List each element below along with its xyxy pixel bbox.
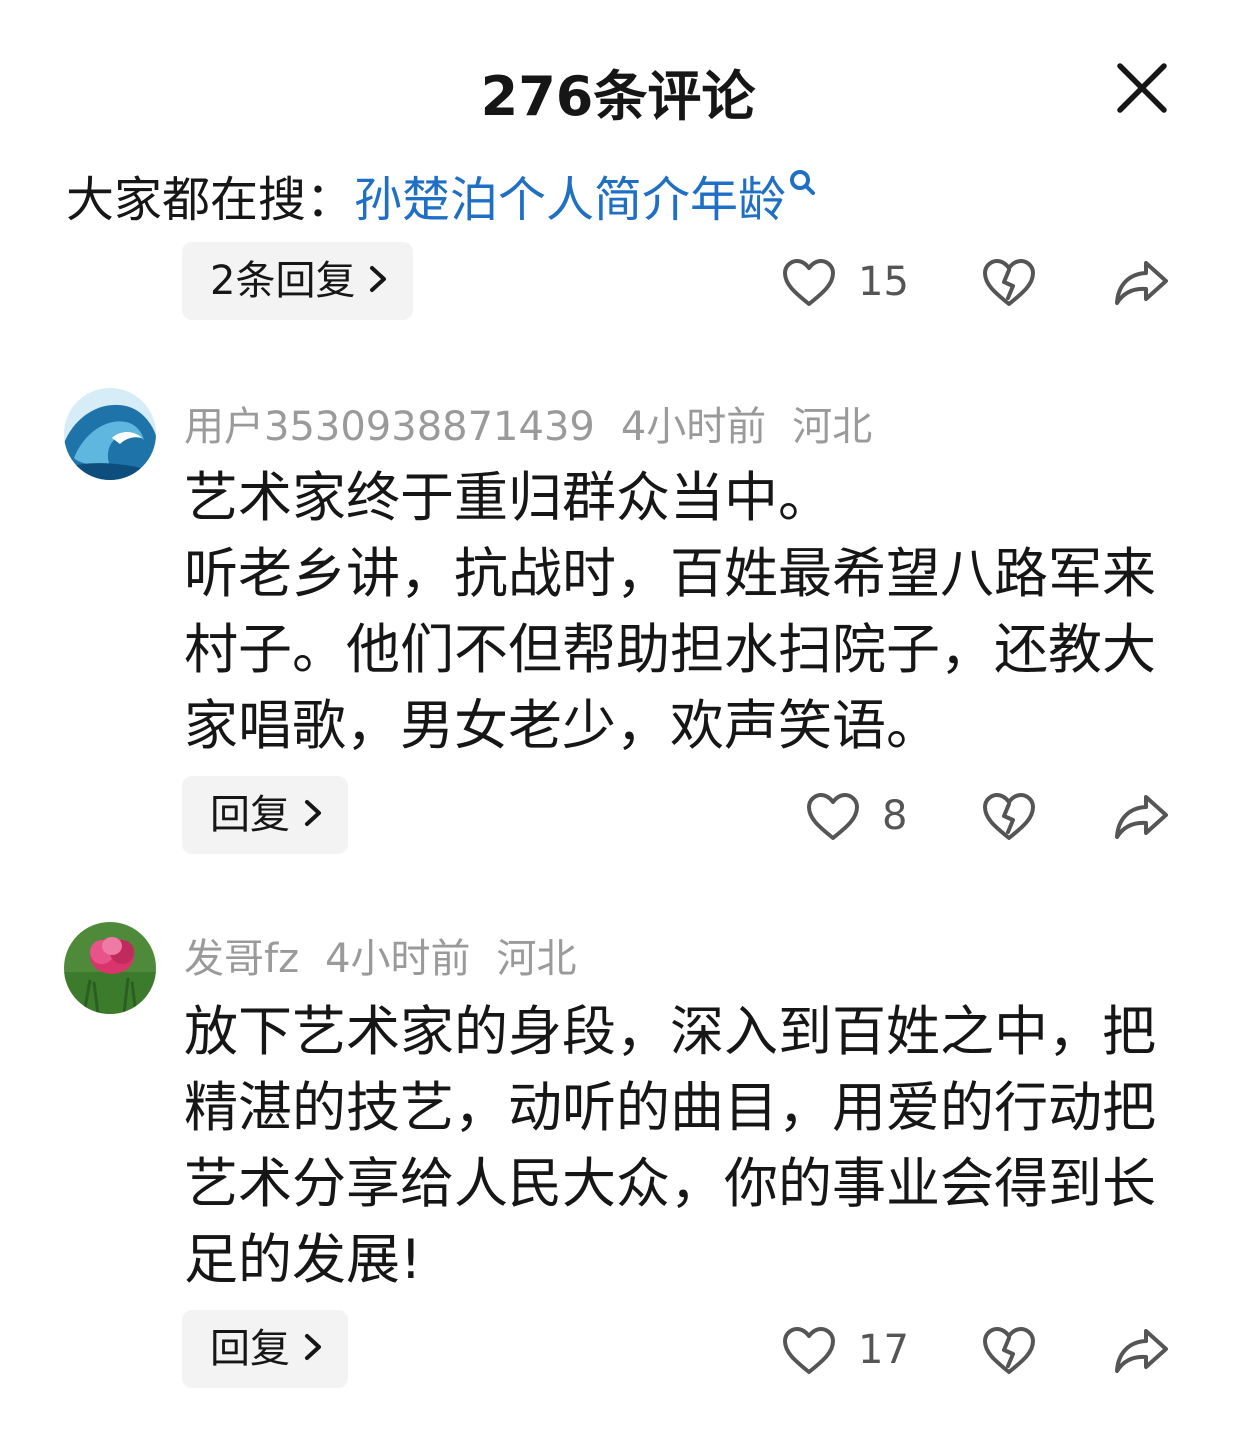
comment-text[interactable]: 艺术家终于重归群众当中。 听老乡讲，抗战时，百姓最希望八路军来村子。他们不但帮助… [184, 460, 1174, 764]
close-icon[interactable] [1114, 60, 1170, 116]
username[interactable]: 用户3530938871439 [184, 404, 595, 450]
share-icon[interactable] [1112, 1326, 1170, 1376]
like-count: 8 [882, 793, 908, 839]
comment-time: 4小时前 [325, 936, 471, 982]
hot-search-label: 大家都在搜： [66, 172, 355, 228]
share-icon[interactable] [1112, 792, 1170, 842]
comment-paragraph: 听老乡讲，抗战时，百姓最希望八路军来村子。他们不但帮助担水扫院子，还教大家唱歌，… [184, 542, 1156, 757]
share-icon[interactable] [1112, 258, 1170, 308]
search-icon[interactable] [786, 168, 816, 198]
reply-label: 回复 [210, 1326, 290, 1372]
reply-button[interactable]: 回复 [182, 776, 348, 854]
dislike-broken-heart-icon[interactable] [982, 792, 1036, 842]
pink-flower-avatar-icon [64, 922, 156, 1014]
reply-label: 回复 [210, 792, 290, 838]
comment-meta: 用户3530938871439 4小时前 河北 [184, 394, 898, 452]
like-icon[interactable] [806, 792, 860, 842]
comment-sheet: 276条评论 大家都在搜：孙楚泊个人简介年龄 2条回复 15 用户3530938… [0, 0, 1236, 1439]
like-icon[interactable] [782, 1326, 836, 1376]
chevron-right-icon [369, 242, 387, 320]
comment-location: 河北 [496, 936, 577, 982]
reply-button[interactable]: 回复 [182, 1310, 348, 1388]
ocean-wave-avatar-icon [64, 388, 156, 480]
like-icon[interactable] [782, 258, 836, 308]
chevron-right-icon [304, 776, 322, 854]
comment-actions-row: 回复 17 [0, 1310, 1236, 1390]
comment-actions-row: 2条回复 15 [0, 242, 1236, 322]
comment-paragraph: 放下艺术家的身段，深入到百姓之中，把精湛的技艺，动听的曲目，用爱的行动把艺术分享… [184, 1000, 1156, 1291]
view-replies-button[interactable]: 2条回复 [182, 242, 414, 320]
comment-text[interactable]: 放下艺术家的身段，深入到百姓之中，把精湛的技艺，动听的曲目，用爱的行动把艺术分享… [184, 994, 1174, 1298]
comment-meta: 发哥fz 4小时前 河北 [184, 926, 603, 984]
replies-count-label: 2条回复 [210, 258, 356, 304]
comment-location: 河北 [792, 404, 873, 450]
comment-count-title: 276条评论 [480, 65, 756, 128]
hot-search: 大家都在搜：孙楚泊个人简介年龄 [66, 160, 816, 230]
like-count: 15 [858, 259, 909, 305]
dislike-broken-heart-icon[interactable] [982, 258, 1036, 308]
comment-list[interactable]: 2条回复 15 用户3530938871439 4小时前 河北 艺术家终于重归群… [0, 228, 1236, 1439]
comment-actions-row: 回复 8 [0, 776, 1236, 856]
hot-search-link[interactable]: 孙楚泊个人简介年龄 [354, 172, 786, 228]
comment-time: 4小时前 [620, 404, 767, 450]
chevron-right-icon [304, 1310, 322, 1388]
comment-paragraph: 艺术家终于重归群众当中。 [184, 466, 832, 529]
username[interactable]: 发哥fz [184, 936, 299, 982]
avatar[interactable] [64, 922, 156, 1014]
like-count: 17 [858, 1327, 909, 1373]
dislike-broken-heart-icon[interactable] [982, 1326, 1036, 1376]
avatar[interactable] [64, 388, 156, 480]
